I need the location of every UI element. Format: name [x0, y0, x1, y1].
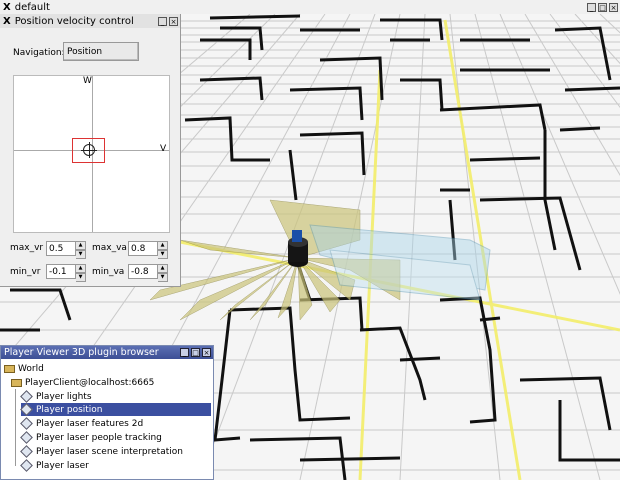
tree-item-label: Player laser scene interpretation — [36, 446, 183, 457]
maximize-icon[interactable]: □ — [191, 348, 200, 357]
tree-item-laser-features[interactable]: Player laser features 2d — [20, 417, 144, 430]
position-velocity-control-panel: X Position velocity control _ × Navigati… — [0, 14, 181, 287]
maximize-icon[interactable]: □ — [598, 2, 607, 12]
spin-down-icon[interactable]: ▼ — [76, 273, 86, 282]
tree-item-label: Player laser people tracking — [36, 432, 162, 443]
plugin-icon — [20, 417, 33, 430]
close-icon[interactable]: × — [202, 348, 211, 357]
plugin-browser-titlebar: Player Viewer 3D plugin browser _ □ × — [1, 346, 213, 359]
minimize-icon[interactable]: _ — [158, 16, 167, 26]
spin-up-icon[interactable]: ▲ — [76, 241, 86, 250]
navigation-mode-button[interactable]: Position — [63, 42, 139, 61]
minimize-icon[interactable]: _ — [180, 348, 189, 357]
plugin-browser-title: Player Viewer 3D plugin browser — [4, 347, 159, 358]
tree-item-player-position[interactable]: Player position — [20, 403, 211, 416]
plugin-browser-window: Player Viewer 3D plugin browser _ □ × Wo… — [0, 345, 214, 480]
tree-item-laser-scene-interpretation[interactable]: Player laser scene interpretation — [20, 445, 183, 458]
max-vr-input[interactable] — [46, 241, 76, 256]
plugin-icon — [20, 431, 33, 444]
velocity-pad[interactable]: W V — [13, 75, 170, 233]
tree-item-label: Player laser — [36, 460, 89, 471]
min-va-input[interactable] — [128, 264, 158, 279]
spin-down-icon[interactable]: ▼ — [158, 273, 168, 282]
tree-item-label: Player laser features 2d — [36, 418, 144, 429]
spin-up-icon[interactable]: ▲ — [158, 264, 168, 273]
spin-down-icon[interactable]: ▼ — [76, 250, 86, 259]
crosshair-knob-icon[interactable] — [81, 142, 97, 158]
plugin-icon — [20, 403, 33, 416]
tree-item-player-laser[interactable]: Player laser — [20, 459, 89, 472]
min-va-spinbox[interactable]: ▲▼ — [128, 264, 168, 282]
tree-item-laser-people-tracking[interactable]: Player laser people tracking — [20, 431, 162, 444]
tree-item-player-client[interactable]: PlayerClient@localhost:6665 — [11, 376, 154, 389]
spin-up-icon[interactable]: ▲ — [158, 241, 168, 250]
app-x-icon: X — [3, 15, 11, 27]
close-icon[interactable]: × — [169, 16, 178, 26]
tree-item-label: PlayerClient@localhost:6665 — [25, 377, 155, 388]
max-va-label: max_va — [92, 243, 127, 253]
max-vr-label: max_vr — [10, 243, 44, 253]
max-vr-spinbox[interactable]: ▲▼ — [46, 241, 86, 259]
app-x-icon: X — [3, 1, 11, 13]
plugin-icon — [20, 459, 33, 472]
tree-item-label: Player lights — [36, 391, 92, 402]
axis-w-label: W — [83, 76, 92, 86]
max-va-input[interactable] — [128, 241, 158, 256]
max-va-spinbox[interactable]: ▲▼ — [128, 241, 168, 259]
min-vr-input[interactable] — [46, 264, 76, 279]
minimize-icon[interactable]: _ — [587, 2, 596, 12]
min-va-label: min_va — [92, 267, 125, 277]
folder-icon — [4, 364, 15, 373]
tree-item-label: World — [18, 363, 44, 374]
min-vr-spinbox[interactable]: ▲▼ — [46, 264, 86, 282]
position-control-title: Position velocity control — [14, 15, 134, 27]
tree-item-player-lights[interactable]: Player lights — [20, 390, 92, 403]
spin-up-icon[interactable]: ▲ — [76, 264, 86, 273]
spin-down-icon[interactable]: ▼ — [158, 250, 168, 259]
tree-item-label: Player position — [36, 404, 103, 415]
plugin-icon — [20, 390, 33, 403]
min-vr-label: min_vr — [10, 267, 41, 277]
main-window-title: default — [14, 1, 50, 13]
close-icon[interactable]: × — [609, 2, 618, 12]
position-control-titlebar: X Position velocity control _ × — [0, 14, 180, 28]
plugin-icon — [20, 445, 33, 458]
axis-v-label: V — [160, 144, 167, 154]
tree-connector — [15, 389, 16, 466]
folder-icon — [11, 378, 22, 387]
navigation-label: Navigation: — [13, 48, 65, 58]
main-window-titlebar: X default _ □ × — [0, 0, 620, 14]
tree-item-world[interactable]: World — [4, 362, 44, 375]
